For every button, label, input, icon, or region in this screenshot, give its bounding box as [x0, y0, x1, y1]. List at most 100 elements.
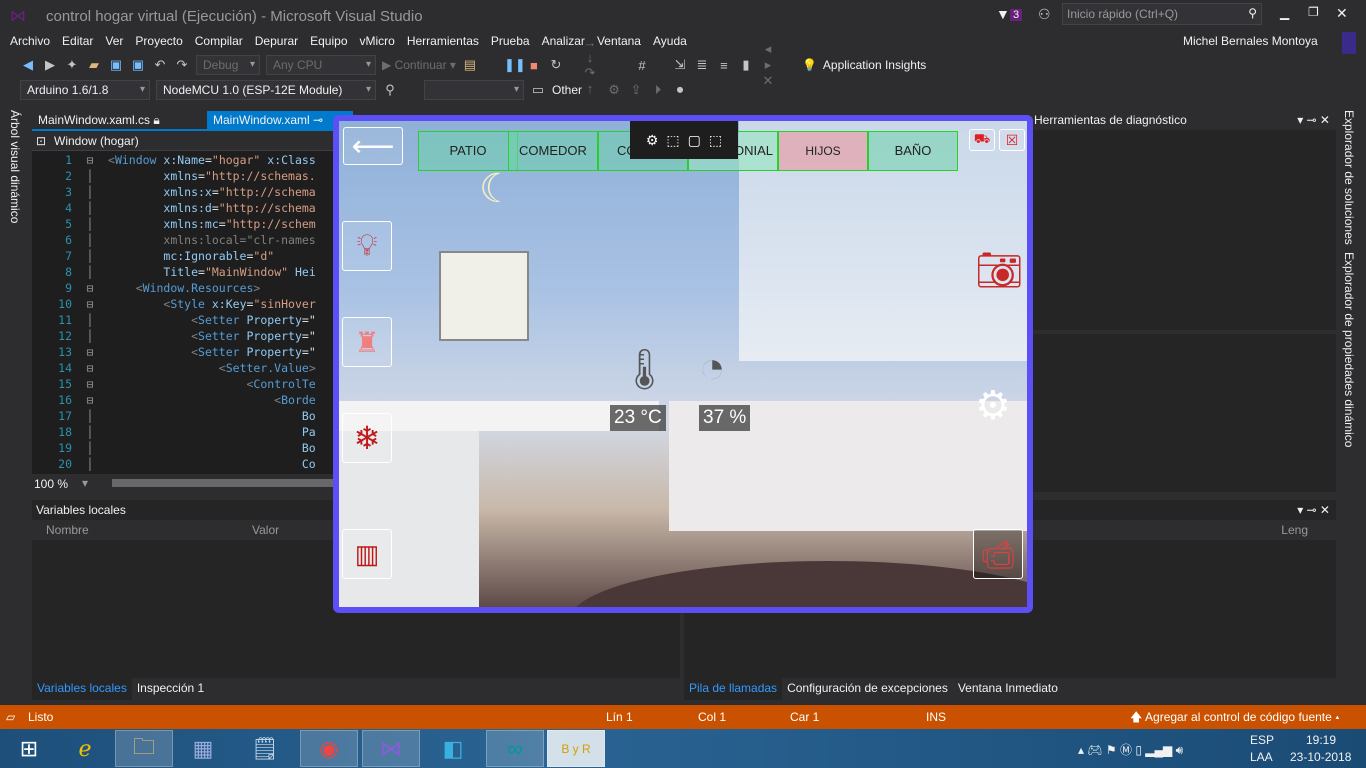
tab-mainwindow-xaml[interactable]: MainWindow.xaml ⊸ — [207, 111, 353, 129]
port-select[interactable] — [424, 80, 524, 100]
chevron-down-icon[interactable]: ▾ — [82, 476, 88, 490]
taskbar-blend[interactable]: ◧ — [424, 730, 482, 767]
other-dropdown[interactable]: Other — [552, 83, 582, 97]
pane-controls[interactable]: ▾ ⊸ ✕ — [1297, 503, 1330, 517]
back-button[interactable]: ⟵ — [343, 127, 403, 165]
tab-locals[interactable]: Variables locales — [32, 678, 132, 700]
redo-icon[interactable]: ↷ — [174, 57, 190, 73]
continue-button[interactable]: ▶ Continuar ▾ — [382, 58, 456, 72]
forward-icon[interactable]: ▶ — [42, 57, 58, 73]
quick-launch-input[interactable]: Inicio rápido (Ctrl+Q) ⚲ — [1062, 3, 1262, 25]
menu-equipo[interactable]: Equipo — [304, 32, 353, 52]
open-folder-icon[interactable]: ▰ — [86, 57, 102, 73]
clock-date[interactable]: 23-10-2018 — [1290, 750, 1351, 764]
back-icon[interactable]: ◀ — [20, 57, 36, 73]
menu-ayuda[interactable]: Ayuda — [647, 32, 693, 52]
configuration-select[interactable]: Debug — [196, 55, 260, 75]
keyboard-layout[interactable]: LAA — [1250, 750, 1273, 764]
serial-monitor-icon[interactable]: ▭ — [530, 82, 546, 98]
feedback-filter-icon[interactable]: ▼ — [996, 6, 1010, 22]
tab-mainwindow-xaml-cs[interactable]: MainWindow.xaml.cs 🔒︎ — [32, 111, 166, 129]
tab-exception-settings[interactable]: Configuración de excepciones — [782, 678, 953, 700]
comment-icon[interactable]: ≡ — [716, 58, 732, 73]
gear-icon[interactable]: ⚙ — [606, 82, 622, 98]
air-conditioning-button[interactable]: ❄ — [342, 413, 392, 463]
tab-call-stack[interactable]: Pila de llamadas — [684, 678, 783, 700]
taskbar-chrome[interactable]: ◉ — [300, 730, 358, 767]
restore-button[interactable]: ❐ — [1308, 5, 1319, 19]
light-button[interactable]: 💡︎ — [342, 221, 392, 271]
collapse-icon[interactable]: ⊟ — [72, 392, 108, 408]
clock-time[interactable]: 19:19 — [1306, 733, 1336, 747]
notification-badge[interactable]: 3 — [1010, 9, 1023, 21]
process-icon[interactable]: ▤ — [462, 57, 478, 73]
arduino-version-select[interactable]: Arduino 1.6/1.8 — [20, 80, 150, 100]
collapse-icon[interactable]: ⊟ — [72, 296, 108, 312]
avatar[interactable] — [1342, 32, 1356, 54]
zoom-select[interactable]: 100 % — [34, 477, 68, 491]
settings-button[interactable]: ⚙ — [975, 383, 1011, 429]
collapse-icon[interactable]: ⊟ — [72, 280, 108, 296]
menu-vmicro[interactable]: vMicro — [354, 32, 401, 52]
stop-circle-icon[interactable]: ⏺ — [672, 82, 688, 98]
source-control-button[interactable]: 🡅 Agregar al control de código fuente ▴ — [1130, 705, 1340, 729]
hex-icon[interactable]: # — [634, 58, 650, 73]
user-name[interactable]: Michel Bernales Montoya — [1183, 34, 1318, 48]
platform-select[interactable]: Any CPU — [266, 55, 376, 75]
indent-icon[interactable]: ≣ — [694, 57, 710, 73]
tab-comedor[interactable]: COMEDOR — [508, 131, 598, 171]
collapse-icon[interactable]: ⊟ — [72, 152, 108, 168]
menu-herramientas[interactable]: Herramientas — [401, 32, 485, 52]
taskbar-running-app[interactable]: B y R — [547, 730, 605, 767]
application-insights-button[interactable]: Application Insights — [823, 58, 926, 72]
save-all-icon[interactable]: ▣ — [130, 57, 146, 73]
taskbar-explorer[interactable]: 🗀 — [115, 730, 173, 767]
layout-adorner-icon[interactable]: ▢ — [688, 132, 701, 149]
menu-proyecto[interactable]: Proyecto — [129, 32, 188, 52]
collapse-icon[interactable]: ⊟ — [72, 360, 108, 376]
close-button[interactable]: ✕ — [1336, 5, 1348, 22]
video-camera-button[interactable]: 📹︎ — [973, 529, 1023, 579]
taskbar-arduino[interactable]: ∞ — [486, 730, 544, 767]
tab-bano[interactable]: BAÑO — [868, 131, 958, 171]
collapse-icon[interactable]: ⊟ — [72, 344, 108, 360]
minimize-button[interactable]: ▁ — [1280, 6, 1289, 20]
tab-hijos[interactable]: HIJOS — [778, 131, 868, 171]
live-tree-icon[interactable]: ⚙ — [646, 132, 659, 149]
heater-button[interactable]: ▥ — [342, 529, 392, 579]
close-app-button[interactable]: ☒ — [999, 129, 1025, 151]
menu-compilar[interactable]: Compilar — [189, 32, 249, 52]
lamp-button[interactable]: ♜ — [342, 317, 392, 367]
column-name[interactable]: Nombre — [46, 523, 89, 537]
thread-icon[interactable]: ⇲ — [672, 57, 688, 73]
solution-explorer-tab[interactable]: Explorador de soluciones — [1342, 110, 1356, 245]
pin-icon[interactable]: ⊸ — [313, 113, 323, 127]
select-element-icon[interactable]: ⬚ — [666, 132, 679, 149]
taskbar-calculator[interactable]: ▦ — [174, 730, 232, 767]
taskbar-visual-studio[interactable]: ⋈ — [362, 730, 420, 767]
menu-depurar[interactable]: Depurar — [249, 32, 304, 52]
collapse-icon[interactable]: ⊟ — [72, 376, 108, 392]
live-property-explorer-tab[interactable]: Explorador de propiedades dinámico — [1342, 252, 1356, 447]
track-focus-icon[interactable]: ⬚ — [709, 132, 722, 149]
search-icon[interactable]: ⚲ — [382, 82, 398, 98]
tray-icons[interactable]: ▴ 🎮︎ ⚑ Ⓜ ▯ ▂▄▆ 🔊︎ — [1078, 741, 1183, 758]
cameras-button[interactable]: 📷︎ — [975, 249, 1023, 293]
taskbar-notepad[interactable]: 🗒 — [236, 730, 294, 767]
start-button[interactable]: ⊞ — [0, 730, 58, 767]
pane-controls[interactable]: ▾ ⊸ ✕ — [1297, 110, 1330, 130]
menu-editar[interactable]: Editar — [56, 32, 99, 52]
save-icon[interactable]: ▣ — [108, 57, 124, 73]
bookmark-icon[interactable]: ▮ — [738, 57, 754, 73]
column-value[interactable]: Valor — [252, 523, 279, 537]
board-select[interactable]: NodeMCU 1.0 (ESP-12E Module) — [156, 80, 376, 100]
menu-archivo[interactable]: Archivo — [4, 32, 56, 52]
new-project-icon[interactable]: ✦ — [64, 57, 80, 73]
menu-ventana[interactable]: Ventana — [591, 32, 647, 52]
minimize-app-button[interactable]: ⛟ — [969, 129, 995, 151]
restart-icon[interactable]: ↻ — [548, 57, 564, 73]
upload-icon[interactable]: ⇪ — [628, 82, 644, 98]
pause-icon[interactable]: ❚❚ — [504, 57, 526, 73]
undo-icon[interactable]: ↶ — [152, 57, 168, 73]
column-language[interactable]: Leng — [1281, 523, 1308, 537]
